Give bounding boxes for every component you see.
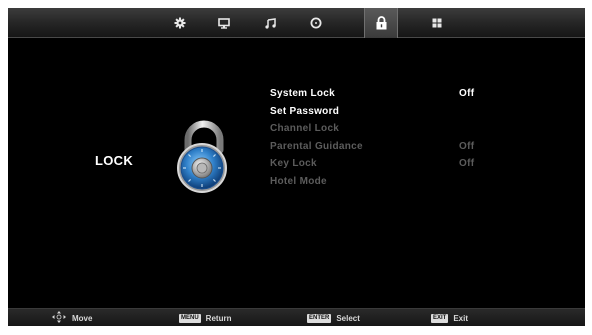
hint-label: Return xyxy=(205,313,232,323)
hint-label: Select xyxy=(336,313,360,323)
tab-time[interactable] xyxy=(299,8,333,38)
menu-item-channel-lock: Channel Lock xyxy=(270,120,490,138)
hint-label: Exit xyxy=(453,313,469,323)
menu-item-parental-guidance: Parental Guidance Off xyxy=(270,138,490,156)
menu-item-label: Parental Guidance xyxy=(270,140,363,152)
menu-item-label: Channel Lock xyxy=(270,123,340,135)
hint-return: MENU Return xyxy=(179,309,231,326)
tv-osd-screen: LOCK System Lock Off Set Password Channe… xyxy=(8,8,585,326)
menu-item-value: Off xyxy=(459,140,475,152)
enter-key-badge: ENTER xyxy=(307,313,332,323)
music-note-icon xyxy=(264,17,276,29)
tab-lock[interactable] xyxy=(364,8,398,38)
exit-key-badge: EXIT xyxy=(431,313,449,323)
tab-channel[interactable] xyxy=(420,8,454,38)
hint-select: ENTER Select xyxy=(307,309,360,326)
tab-setup[interactable] xyxy=(163,8,197,38)
clock-icon xyxy=(310,17,322,29)
menu-key-badge: MENU xyxy=(179,313,201,323)
directional-arrows-icon xyxy=(52,311,66,325)
menu-item-hotel-mode: Hotel Mode xyxy=(270,173,490,191)
lock-menu-list: System Lock Off Set Password Channel Loc… xyxy=(270,85,490,190)
menu-item-value: Off xyxy=(459,158,475,170)
combination-padlock-icon xyxy=(168,120,238,198)
bottom-hint-bar: Move MENU Return ENTER Select EXIT Exit xyxy=(8,308,585,326)
menu-item-system-lock[interactable]: System Lock Off xyxy=(270,85,490,103)
hint-exit: EXIT Exit xyxy=(431,309,468,326)
menu-item-key-lock: Key Lock Off xyxy=(270,155,490,173)
grid-icon xyxy=(432,18,442,28)
section-title: LOCK xyxy=(95,153,134,168)
hint-label: Move xyxy=(72,313,93,323)
top-menu-bar xyxy=(8,8,585,38)
gear-icon xyxy=(174,17,186,29)
lock-icon xyxy=(375,16,388,30)
tab-sound[interactable] xyxy=(253,8,287,38)
menu-item-label: Set Password xyxy=(270,105,340,117)
menu-item-value: Off xyxy=(459,88,475,100)
menu-item-label: Key Lock xyxy=(270,158,317,170)
hint-move: Move xyxy=(52,309,92,326)
monitor-icon xyxy=(218,17,230,29)
menu-item-label: System Lock xyxy=(270,88,335,100)
tab-picture[interactable] xyxy=(207,8,241,38)
menu-item-set-password[interactable]: Set Password xyxy=(270,103,490,121)
menu-item-label: Hotel Mode xyxy=(270,175,327,187)
